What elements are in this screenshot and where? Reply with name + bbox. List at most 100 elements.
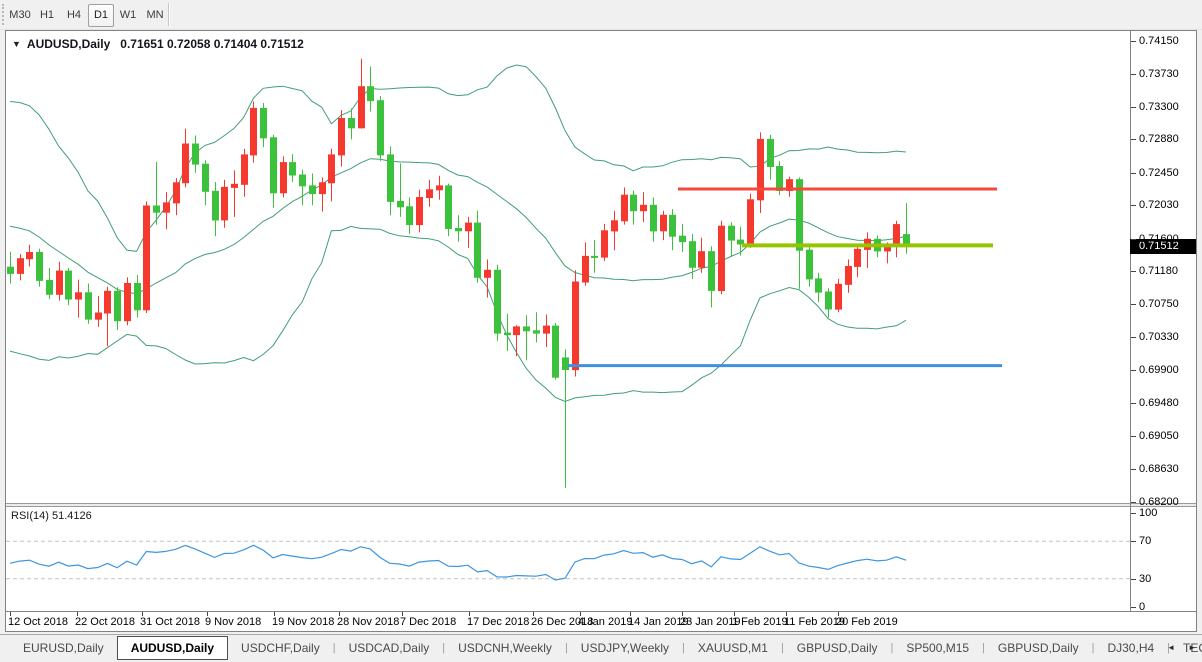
candle-body	[96, 313, 102, 319]
chart-tab-usdjpy-weekly[interactable]: USDJPY,Weekly	[568, 636, 682, 660]
time-axis-line	[6, 611, 1196, 612]
price-tick	[1131, 41, 1136, 42]
candle-body	[203, 164, 209, 191]
price-tick	[1131, 107, 1136, 108]
price-axis-label: 0.71180	[1139, 265, 1178, 277]
candle-body	[651, 205, 657, 231]
candle-body	[66, 271, 72, 299]
timeframe-toolbar: M30H1H4D1W1MN	[0, 0, 1202, 30]
chart-tab-gbpusd-daily[interactable]: GBPUSD,Daily	[784, 636, 891, 660]
candle-body	[164, 203, 170, 212]
time-axis-label: 19 Nov 2018	[272, 616, 334, 628]
period-button-h4[interactable]: H4	[61, 4, 87, 27]
chart-tab-eurusd-daily[interactable]: EURUSD,Daily	[10, 636, 117, 660]
chart-tab-dj30-h4[interactable]: DJ30,H4	[1094, 636, 1167, 660]
candle-body	[427, 190, 433, 198]
price-axis-label: 0.69900	[1139, 364, 1179, 376]
chart-tab-gbpusd-daily[interactable]: GBPUSD,Daily	[985, 636, 1092, 660]
period-button-d1[interactable]: D1	[88, 4, 114, 27]
rsi-indicator-label: RSI(14) 51.4126	[11, 510, 92, 522]
time-axis-label: 28 Nov 2018	[337, 616, 399, 628]
rsi-indicator-plot[interactable]	[6, 507, 1130, 611]
candle-body	[661, 215, 667, 231]
chart-tab-usdcad-daily[interactable]: USDCAD,Daily	[336, 636, 443, 660]
price-tick	[1131, 370, 1136, 371]
price-tick	[1131, 239, 1136, 240]
panel-splitter[interactable]	[6, 503, 1196, 507]
candle-body	[213, 191, 219, 220]
candle-body	[125, 284, 131, 321]
time-axis-label: 22 Oct 2018	[75, 616, 135, 628]
period-button-w1[interactable]: W1	[115, 4, 141, 27]
time-axis-label: 17 Dec 2018	[467, 616, 529, 628]
period-button-h1[interactable]: H1	[34, 4, 60, 27]
candle-body	[359, 87, 365, 128]
chart-window	[5, 30, 1197, 632]
time-axis-label: 12 Oct 2018	[8, 616, 68, 628]
candle-body	[729, 226, 735, 240]
candle-body	[544, 326, 550, 333]
price-axis-line	[1130, 31, 1131, 612]
candle-body	[622, 195, 628, 221]
chart-tab-usdchf-daily[interactable]: USDCHF,Daily	[228, 636, 333, 660]
candle-body	[437, 186, 443, 190]
candle-body	[27, 253, 33, 259]
candle-body	[446, 186, 452, 229]
candle-body	[534, 331, 540, 333]
tab-scroll-right-icon[interactable]: ►	[1188, 643, 1196, 652]
price-tick	[1131, 436, 1136, 437]
candle-body	[378, 101, 384, 155]
candle-body	[514, 327, 520, 335]
candle-body	[261, 108, 267, 137]
candle-body	[368, 87, 374, 101]
tab-scroll-left-icon[interactable]: ◄	[1167, 643, 1175, 652]
candle-body	[680, 236, 686, 241]
candle-body	[251, 108, 257, 154]
price-axis-label: 0.68630	[1139, 463, 1179, 475]
candle-body	[310, 186, 316, 194]
price-tick	[1131, 304, 1136, 305]
period-button-mn[interactable]: MN	[142, 4, 168, 27]
period-button-m30[interactable]: M30	[7, 4, 33, 27]
price-tick	[1131, 74, 1136, 75]
ohlc-values: 0.71651 0.72058 0.71404 0.71512	[120, 37, 304, 51]
candle-body	[281, 163, 287, 193]
candlestick-series	[8, 59, 910, 488]
candle-body	[699, 252, 705, 268]
chart-ohlc-header: ▼ AUDUSD,Daily 0.71651 0.72058 0.71404 0.7…	[12, 37, 304, 51]
candle-body	[388, 155, 394, 202]
candle-body	[174, 183, 180, 203]
candle-body	[242, 155, 248, 184]
candle-body	[47, 280, 53, 294]
chart-tab-audusd-daily-active[interactable]: AUDUSD,Daily	[117, 636, 228, 660]
rsi-axis-label: 70	[1139, 535, 1151, 547]
chart-tab-sp500-m15[interactable]: SP500,M15	[893, 636, 982, 660]
price-tick	[1131, 403, 1136, 404]
price-chart-plot[interactable]	[6, 31, 1130, 503]
price-tick	[1131, 139, 1136, 140]
candle-body	[690, 242, 696, 268]
collapse-arrow-icon[interactable]: ▼	[12, 39, 21, 49]
candle-body	[495, 270, 501, 333]
price-tick	[1131, 271, 1136, 272]
price-axis-label: 0.69050	[1139, 430, 1179, 442]
time-axis-label: 31 Oct 2018	[140, 616, 200, 628]
price-axis-label: 0.70330	[1139, 331, 1179, 343]
chart-tab-usdcnh-weekly[interactable]: USDCNH,Weekly	[445, 636, 565, 660]
price-axis-label: 0.72450	[1139, 167, 1179, 179]
candle-body	[456, 229, 462, 231]
rsi-axis-label: 0	[1139, 601, 1145, 613]
chart-tab-xauusd-m1[interactable]: XAUUSD,M1	[685, 636, 781, 660]
candle-body	[105, 291, 111, 313]
rsi-tick	[1131, 579, 1136, 580]
chart-symbol-label: AUDUSD,Daily	[27, 37, 110, 51]
candle-body	[826, 292, 832, 309]
rsi-axis-label: 100	[1139, 507, 1157, 519]
candle-body	[563, 358, 569, 370]
time-axis-label: 20 Feb 2019	[836, 616, 898, 628]
candle-body	[135, 284, 141, 310]
candle-body	[758, 139, 764, 199]
toolbar-separator	[168, 3, 170, 26]
rsi-tick	[1131, 513, 1136, 514]
candle-body	[475, 223, 481, 277]
